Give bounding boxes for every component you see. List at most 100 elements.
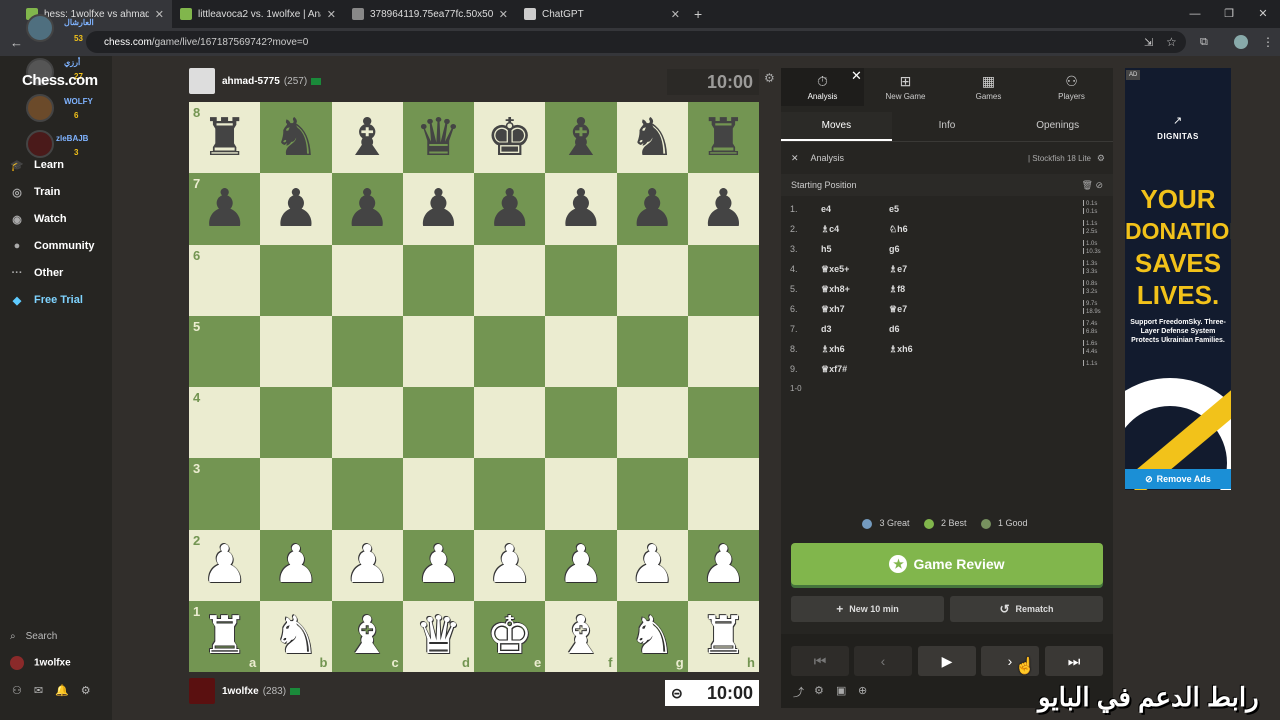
board-square[interactable]: ♜: [687, 102, 759, 174]
board-square[interactable]: ♟: [474, 529, 546, 601]
board-square[interactable]: [402, 315, 474, 387]
chess-piece[interactable]: ♞: [629, 610, 676, 662]
analysis-tool-icon[interactable]: ⚙: [814, 684, 824, 697]
white-move[interactable]: e4: [821, 204, 831, 214]
close-icon[interactable]: ✕: [155, 8, 164, 21]
board-square[interactable]: ♝: [545, 102, 617, 174]
new-tab-icon[interactable]: +: [694, 6, 702, 22]
board-square[interactable]: [474, 458, 546, 530]
chess-piece[interactable]: ♟: [486, 539, 533, 591]
board-square[interactable]: ♟: [331, 529, 403, 601]
player-name[interactable]: ahmad-5775: [222, 76, 280, 87]
close-icon[interactable]: ✕: [327, 8, 336, 21]
remove-ads-button[interactable]: ⊘ Remove Ads: [1125, 469, 1231, 489]
board-square[interactable]: [545, 244, 617, 316]
url-field[interactable]: chess.com/game/live/167187569742?move=0: [86, 31, 1186, 53]
profile-avatar[interactable]: [1234, 35, 1248, 49]
chess-piece[interactable]: ♟: [344, 539, 391, 591]
chess-piece[interactable]: ♜: [201, 610, 248, 662]
first-move-button[interactable]: ⏮: [791, 646, 849, 676]
chess-logo[interactable]: Chess.com: [22, 72, 98, 89]
browser-tab[interactable]: littleavoca2 vs. 1wolfxe | Analy ✕: [172, 0, 344, 28]
board-square[interactable]: 4: [189, 387, 261, 459]
trash-icon[interactable]: 🗑 ⊘: [1082, 174, 1103, 196]
board-square[interactable]: [331, 244, 403, 316]
board-square[interactable]: g ♞: [616, 600, 688, 672]
board-square[interactable]: [402, 244, 474, 316]
board-square[interactable]: h ♜: [687, 600, 759, 672]
board-square[interactable]: [402, 458, 474, 530]
board-square[interactable]: 7 ♟: [189, 173, 261, 245]
board-square[interactable]: [474, 244, 546, 316]
previous-move-button[interactable]: ‹: [854, 646, 912, 676]
close-icon[interactable]: ✕: [851, 68, 862, 84]
chess-piece[interactable]: ♟: [201, 183, 248, 235]
board-square[interactable]: ♟: [687, 529, 759, 601]
chess-piece[interactable]: ♟: [273, 539, 320, 591]
board-square[interactable]: [687, 387, 759, 459]
mail-icon[interactable]: ✉: [34, 685, 55, 697]
board-square[interactable]: [545, 315, 617, 387]
board-settings-icon[interactable]: ⚙: [764, 71, 775, 85]
chess-piece[interactable]: ♟: [415, 183, 462, 235]
white-move[interactable]: ♕xe5+: [821, 264, 849, 275]
play-button[interactable]: ▶: [918, 646, 976, 676]
image-icon[interactable]: ▣: [836, 684, 846, 697]
menu-icon[interactable]: ⋮: [1262, 35, 1274, 49]
board-square[interactable]: [687, 458, 759, 530]
tab-new-game[interactable]: ⊞ New Game: [864, 68, 947, 106]
sidebar-search[interactable]: ⌕ Search: [10, 631, 57, 642]
tab-info[interactable]: Info: [892, 112, 1003, 141]
board-square[interactable]: [616, 315, 688, 387]
starting-position[interactable]: Starting Position 🗑 ⊘: [781, 174, 1113, 196]
board-square[interactable]: [402, 387, 474, 459]
board-square[interactable]: ♟: [402, 173, 474, 245]
chess-piece[interactable]: ♝: [558, 610, 605, 662]
board-square[interactable]: [687, 244, 759, 316]
chess-piece[interactable]: ♞: [273, 610, 320, 662]
black-move[interactable]: ♗xh6: [889, 344, 913, 355]
board-square[interactable]: 1 a ♜: [189, 600, 261, 672]
chess-piece[interactable]: ♝: [344, 112, 391, 164]
sidebar-item-community[interactable]: ● Community: [10, 239, 95, 253]
tab-moves[interactable]: Moves: [781, 112, 892, 141]
board-square[interactable]: 2 ♟: [189, 529, 261, 601]
black-move[interactable]: e5: [889, 204, 899, 214]
sidebar-item-watch[interactable]: ◉ Watch: [10, 212, 66, 226]
chess-piece[interactable]: ♞: [629, 112, 676, 164]
chess-piece[interactable]: ♞: [273, 112, 320, 164]
chess-piece[interactable]: ♝: [558, 112, 605, 164]
close-icon[interactable]: ✕: [499, 8, 508, 21]
board-square[interactable]: ♟: [687, 173, 759, 245]
avatar[interactable]: [189, 678, 215, 704]
board-square[interactable]: [687, 315, 759, 387]
chess-piece[interactable]: ♟: [415, 539, 462, 591]
sidebar-item-free-trial[interactable]: ◆ Free Trial: [10, 293, 83, 307]
friends-icon[interactable]: ⚇: [12, 685, 34, 697]
chess-piece[interactable]: ♟: [558, 183, 605, 235]
close-window-icon[interactable]: ✕: [1246, 0, 1280, 28]
board-square[interactable]: ♟: [545, 173, 617, 245]
board-square[interactable]: ♟: [331, 173, 403, 245]
rematch-button[interactable]: ↺ Rematch: [950, 596, 1103, 622]
chess-piece[interactable]: ♜: [700, 112, 747, 164]
chess-piece[interactable]: ♟: [700, 183, 747, 235]
chess-piece[interactable]: ♝: [344, 610, 391, 662]
chess-piece[interactable]: ♟: [486, 183, 533, 235]
board-square[interactable]: [331, 315, 403, 387]
board-square[interactable]: [260, 458, 332, 530]
chess-piece[interactable]: ♟: [629, 183, 676, 235]
tab-openings[interactable]: Openings: [1002, 112, 1113, 141]
board-square[interactable]: [331, 458, 403, 530]
board-square[interactable]: ♟: [260, 529, 332, 601]
maximize-icon[interactable]: ❐: [1212, 0, 1246, 28]
new-game-button[interactable]: + New 10 min: [791, 596, 944, 622]
board-square[interactable]: ♟: [616, 173, 688, 245]
board-square[interactable]: ♟: [260, 173, 332, 245]
close-icon[interactable]: ✕: [671, 8, 680, 21]
board-square[interactable]: ♟: [616, 529, 688, 601]
white-move[interactable]: ♕xh8+: [821, 284, 850, 295]
board-square[interactable]: [545, 458, 617, 530]
white-move[interactable]: ♗xh6: [821, 344, 845, 355]
black-move[interactable]: ♘h6: [889, 224, 908, 235]
